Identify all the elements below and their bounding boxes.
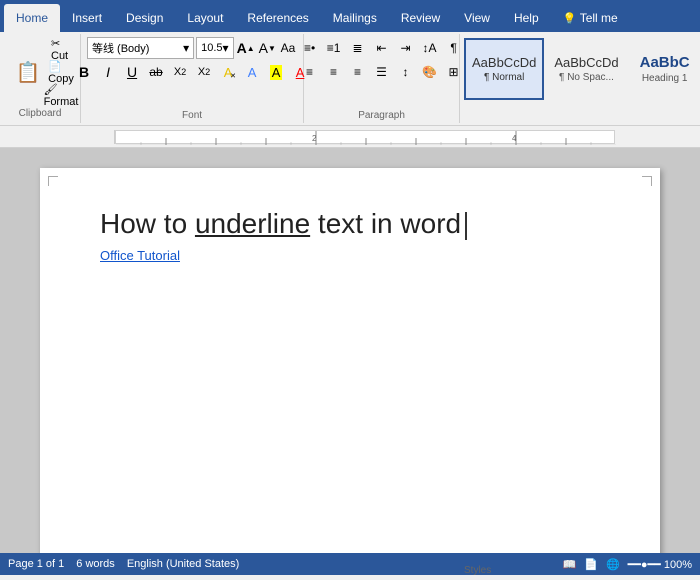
increase-indent-button[interactable]: ⇥ — [395, 37, 417, 59]
sort-button[interactable]: ↕A — [419, 37, 441, 59]
highlight-button[interactable]: A — [265, 61, 287, 83]
underline-button[interactable]: U — [121, 61, 143, 83]
language: English (United States) — [127, 558, 240, 570]
bold-button[interactable]: B — [73, 61, 95, 83]
clipboard-label: Clipboard — [19, 106, 62, 119]
zoom-slider[interactable]: ━━●━━ 100% — [628, 558, 692, 571]
cursor-icon — [465, 212, 467, 240]
tab-home[interactable]: Home — [4, 4, 60, 32]
multilevel-list-button[interactable]: ≣ — [347, 37, 369, 59]
clear-format-button[interactable]: A ✕ — [217, 61, 239, 83]
tab-insert[interactable]: Insert — [60, 4, 114, 32]
title-underline-word: underline — [195, 208, 310, 239]
corner-mark-tl — [48, 176, 58, 186]
tab-tell-me[interactable]: 💡 Tell me — [551, 4, 630, 32]
font-group-label: Font — [182, 108, 202, 121]
focus-mode-icon[interactable]: 📖 — [563, 558, 577, 571]
style-normal-preview: AaBbCcDd — [472, 55, 536, 70]
ribbon-tabs: Home Insert Design Layout References Mai… — [0, 0, 700, 32]
tab-references[interactable]: References — [235, 4, 320, 32]
tab-review[interactable]: Review — [389, 4, 452, 32]
subscript-button[interactable]: X2 — [169, 61, 191, 83]
styles-group: AaBbCcDd ¶ Normal AaBbCcDd ¶ No Spac... … — [460, 34, 700, 123]
style-heading1-preview: AaBbC — [640, 54, 690, 71]
title-part1: How to — [100, 208, 195, 239]
tab-layout[interactable]: Layout — [175, 4, 235, 32]
format-painter-button[interactable]: 🖌 Format — [50, 84, 72, 106]
status-bar-right: 📖 📄 🌐 ━━●━━ 100% — [563, 558, 692, 571]
shrink-font-button[interactable]: A▼ — [258, 37, 277, 59]
justify-button[interactable]: ☰ — [371, 61, 393, 83]
bullets-button[interactable]: ≡• — [299, 37, 321, 59]
title-part2: text in word — [310, 208, 461, 239]
cut-button[interactable]: ✂ Cut — [50, 38, 72, 60]
font-group: 等线 (Body) ▾ 10.5 ▾ A▲ A▼ Aa B I U ab X2 … — [81, 34, 304, 123]
font-dropdown-icon: ▾ — [183, 41, 189, 55]
decrease-indent-button[interactable]: ⇤ — [371, 37, 393, 59]
paragraph-group: ≡• ≡1 ≣ ⇤ ⇥ ↕A ¶ ≡ ≡ ≡ ☰ ↕ 🎨 ⊞ Paragraph — [304, 34, 460, 123]
style-no-space[interactable]: AaBbCcDd ¶ No Spac... — [546, 38, 626, 100]
style-no-space-label: ¶ No Spac... — [559, 72, 614, 83]
paragraph-group-label: Paragraph — [358, 108, 405, 121]
svg-text:2: 2 — [312, 134, 317, 143]
italic-button[interactable]: I — [97, 61, 119, 83]
numbering-button[interactable]: ≡1 — [323, 37, 345, 59]
document-title: How to underline text in word — [100, 208, 600, 240]
status-bar: Page 1 of 1 6 words English (United Stat… — [0, 553, 700, 575]
svg-text:4: 4 — [512, 134, 517, 143]
shading-button[interactable]: 🎨 — [419, 61, 441, 83]
corner-mark-tr — [642, 176, 652, 186]
align-center-button[interactable]: ≡ — [323, 61, 345, 83]
document-page[interactable]: How to underline text in word Office Tut… — [40, 168, 660, 553]
font-size-selector[interactable]: 10.5 ▾ — [196, 37, 233, 59]
ruler-inner: 2 4 — [115, 130, 615, 144]
tab-mailings[interactable]: Mailings — [321, 4, 389, 32]
page-count: Page 1 of 1 — [8, 558, 64, 570]
ribbon: 📋 ✂ Cut 📄 Copy 🖌 Format Clipboard 等线 (Bo… — [0, 32, 700, 126]
office-tutorial-link[interactable]: Office Tutorial — [100, 248, 600, 263]
align-left-button[interactable]: ≡ — [299, 61, 321, 83]
font-name-selector[interactable]: 等线 (Body) ▾ — [87, 37, 194, 59]
line-spacing-button[interactable]: ↕ — [395, 61, 417, 83]
tab-help[interactable]: Help — [502, 4, 551, 32]
style-no-space-preview: AaBbCcDd — [554, 55, 618, 70]
print-layout-icon[interactable]: 📄 — [584, 558, 598, 571]
word-count: 6 words — [76, 558, 115, 570]
strikethrough-button[interactable]: ab — [145, 61, 167, 83]
copy-button[interactable]: 📄 Copy — [50, 61, 72, 83]
tab-design[interactable]: Design — [114, 4, 175, 32]
web-layout-icon[interactable]: 🌐 — [606, 558, 620, 571]
clipboard-group: 📋 ✂ Cut 📄 Copy 🖌 Format Clipboard — [0, 34, 81, 123]
document-area: How to underline text in word Office Tut… — [0, 148, 700, 553]
paste-button[interactable]: 📋 — [8, 52, 48, 92]
text-effect-button[interactable]: A — [241, 61, 263, 83]
style-heading1-label: Heading 1 — [642, 73, 688, 84]
size-dropdown-icon: ▾ — [223, 41, 229, 55]
style-normal[interactable]: AaBbCcDd ¶ Normal — [464, 38, 544, 100]
grow-font-button[interactable]: A▲ — [236, 37, 256, 59]
styles-group-label: Styles — [464, 563, 491, 576]
superscript-button[interactable]: X2 — [193, 61, 215, 83]
style-normal-label: ¶ Normal — [484, 72, 524, 83]
style-heading1[interactable]: AaBbC Heading 1 — [629, 38, 700, 100]
change-case-button[interactable]: Aa — [279, 37, 297, 59]
tab-view[interactable]: View — [452, 4, 502, 32]
align-right-button[interactable]: ≡ — [347, 61, 369, 83]
ruler: 2 4 — [0, 126, 700, 148]
